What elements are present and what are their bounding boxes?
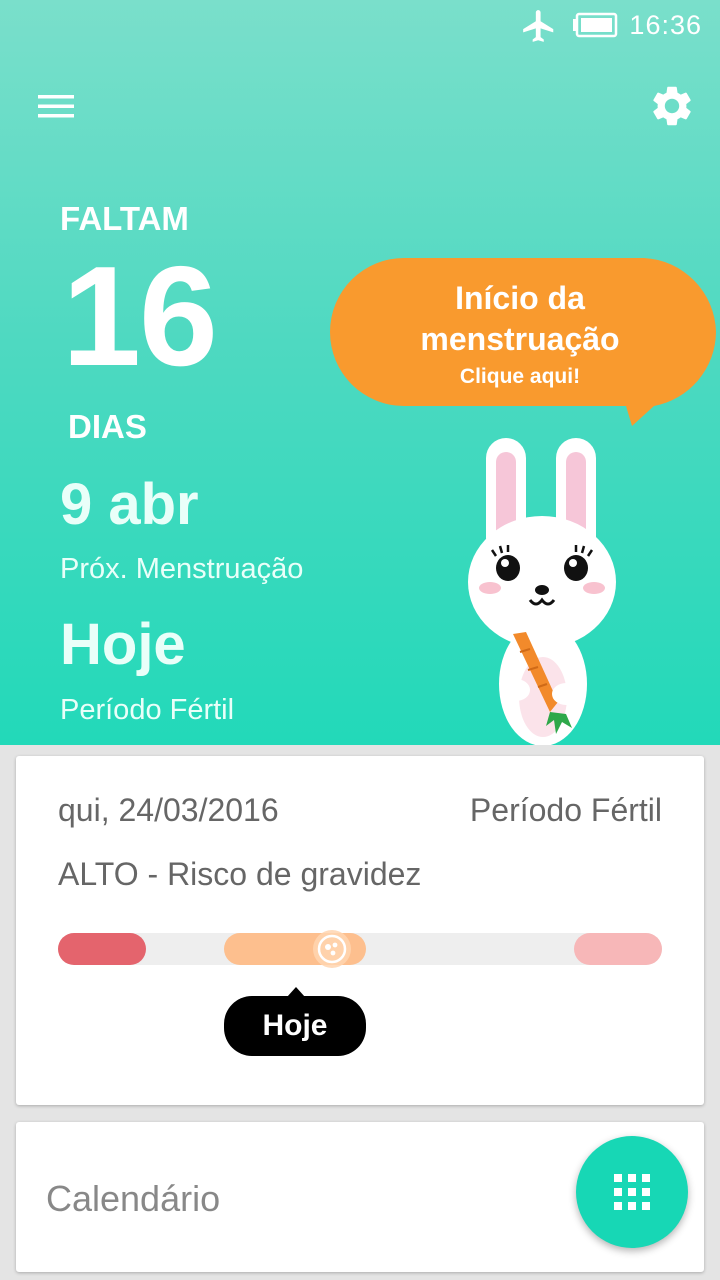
countdown-days: 16: [62, 237, 218, 396]
start-period-bubble-button[interactable]: Início da menstruação Clique aqui!: [324, 258, 720, 428]
today-tooltip: Hoje: [224, 987, 366, 1056]
bubble-title-line1: Início da: [455, 280, 585, 316]
bunny-mascot-illustration: [468, 438, 616, 745]
next-period-date: 9 abr: [60, 472, 199, 537]
current-date: qui, 24/03/2016: [58, 792, 279, 828]
countdown-prefix: FALTAM: [60, 200, 189, 237]
fertile-status: Hoje: [60, 612, 186, 677]
today-marker-icon[interactable]: [312, 929, 352, 969]
menu-icon[interactable]: [34, 89, 78, 125]
bubble-title-line2: menstruação: [420, 321, 620, 357]
battery-icon: [573, 12, 618, 38]
pregnancy-risk: ALTO - Risco de gravidez: [58, 856, 422, 892]
status-bar: 16:36: [0, 0, 720, 52]
bubble-cta: Clique aqui!: [459, 365, 581, 388]
current-phase: Período Fértil: [469, 792, 662, 828]
grid-icon: [614, 1174, 650, 1210]
gear-icon[interactable]: [648, 82, 696, 130]
countdown-suffix: DIAS: [68, 408, 147, 445]
day-info-card: qui, 24/03/2016 Período Fértil ALTO - Ri…: [16, 756, 704, 1105]
calendar-label: Calendário: [46, 1178, 221, 1219]
apps-grid-fab-button[interactable]: [576, 1136, 688, 1248]
status-time: 16:36: [629, 10, 702, 40]
next-period-label: Próx. Menstruação: [60, 553, 304, 585]
hero-section: 16:36 FALTAM 16 DIAS 9 abr Próx. Menstru…: [0, 0, 720, 745]
cycle-timeline: [58, 930, 662, 968]
bubble-text: Início da menstruação Clique aqui!: [324, 278, 716, 392]
next-menstruation-segment: [574, 933, 662, 965]
airplane-mode-icon: [523, 10, 554, 42]
tooltip-label: Hoje: [262, 1009, 328, 1042]
menstruation-segment: [58, 933, 146, 965]
fertile-label: Período Fértil: [60, 694, 235, 726]
